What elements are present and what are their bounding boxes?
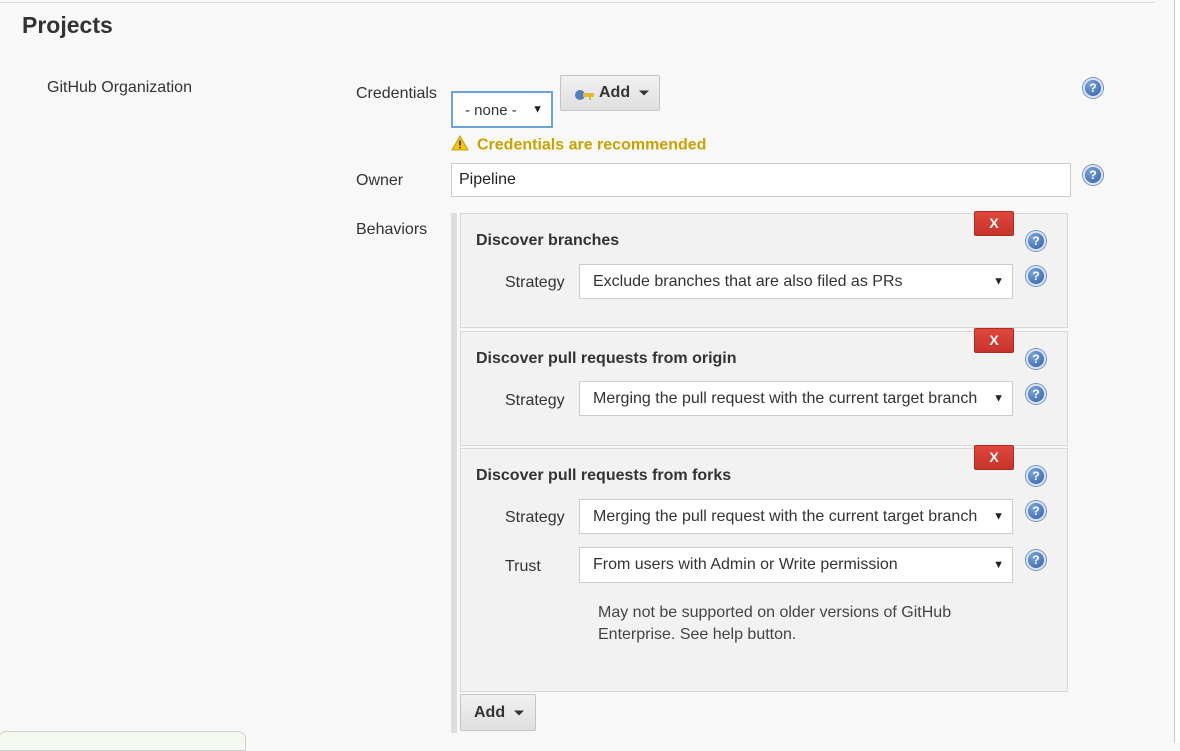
help-icon[interactable]: ? xyxy=(1026,466,1046,486)
github-organization-label: GitHub Organization xyxy=(47,79,192,96)
select-caret-icon: ▼ xyxy=(993,275,1004,287)
select-caret-icon: ▼ xyxy=(993,510,1004,522)
top-divider xyxy=(0,2,1155,3)
key-icon xyxy=(574,88,596,107)
credentials-select-value: - none - xyxy=(465,102,517,119)
delete-behavior-button[interactable]: X xyxy=(974,445,1014,470)
delete-behavior-button[interactable]: X xyxy=(974,211,1014,236)
right-divider xyxy=(1174,0,1175,743)
fork-pr-strategy-value: Merging the pull request with the curren… xyxy=(593,508,978,525)
help-icon[interactable]: ? xyxy=(1026,384,1046,404)
origin-pr-strategy-select[interactable]: Merging the pull request with the curren… xyxy=(579,381,1013,416)
fork-trust-note: May not be supported on older versions o… xyxy=(598,604,952,643)
fork-pr-strategy-select[interactable]: Merging the pull request with the curren… xyxy=(579,499,1013,534)
behaviors-group-bar xyxy=(451,213,457,733)
credentials-warning: Credentials are recommended xyxy=(451,134,707,156)
help-icon[interactable]: ? xyxy=(1083,78,1103,98)
section-title: Projects xyxy=(22,12,113,38)
bottom-panel-tab[interactable] xyxy=(0,731,246,751)
behavior-title: Discover pull requests from forks xyxy=(476,467,732,484)
credentials-label: Credentials xyxy=(356,85,437,102)
strategy-label: Strategy xyxy=(505,274,565,291)
owner-label: Owner xyxy=(356,172,404,189)
behaviors-label: Behaviors xyxy=(356,221,428,238)
caret-down-icon xyxy=(514,710,524,715)
delete-behavior-button[interactable]: X xyxy=(974,328,1014,353)
add-behavior-label: Add xyxy=(474,704,506,721)
fork-trust-select[interactable]: From users with Admin or Write permissio… xyxy=(579,547,1013,583)
branch-strategy-value: Exclude branches that are also filed as … xyxy=(593,273,903,290)
right-gutter xyxy=(1176,0,1180,743)
branch-strategy-select[interactable]: Exclude branches that are also filed as … xyxy=(579,264,1013,299)
trust-label: Trust xyxy=(505,558,541,575)
owner-input[interactable]: Pipeline xyxy=(451,163,1071,197)
help-icon[interactable]: ? xyxy=(1083,165,1103,185)
behavior-title: Discover branches xyxy=(476,232,620,249)
select-caret-icon: ▼ xyxy=(993,392,1004,404)
strategy-label: Strategy xyxy=(505,392,565,409)
credentials-warning-text: Credentials are recommended xyxy=(477,136,707,154)
help-icon[interactable]: ? xyxy=(1026,349,1046,369)
help-icon[interactable]: ? xyxy=(1026,266,1046,286)
caret-down-icon xyxy=(639,90,649,96)
add-behavior-button[interactable]: Add xyxy=(460,694,536,731)
help-icon[interactable]: ? xyxy=(1026,550,1046,570)
credentials-select[interactable]: - none - ▼ xyxy=(451,91,553,128)
credentials-add-label: Add xyxy=(599,84,631,101)
select-caret-icon: ▼ xyxy=(993,559,1004,571)
credentials-add-button[interactable]: Add xyxy=(560,75,660,111)
strategy-label: Strategy xyxy=(505,509,565,526)
fork-trust-value: From users with Admin or Write permissio… xyxy=(593,556,898,573)
origin-pr-strategy-value: Merging the pull request with the curren… xyxy=(593,390,978,407)
select-caret-icon: ▼ xyxy=(532,103,543,115)
behavior-title: Discover pull requests from origin xyxy=(476,350,737,367)
warning-icon xyxy=(451,134,469,156)
help-icon[interactable]: ? xyxy=(1026,231,1046,251)
help-icon[interactable]: ? xyxy=(1026,501,1046,521)
